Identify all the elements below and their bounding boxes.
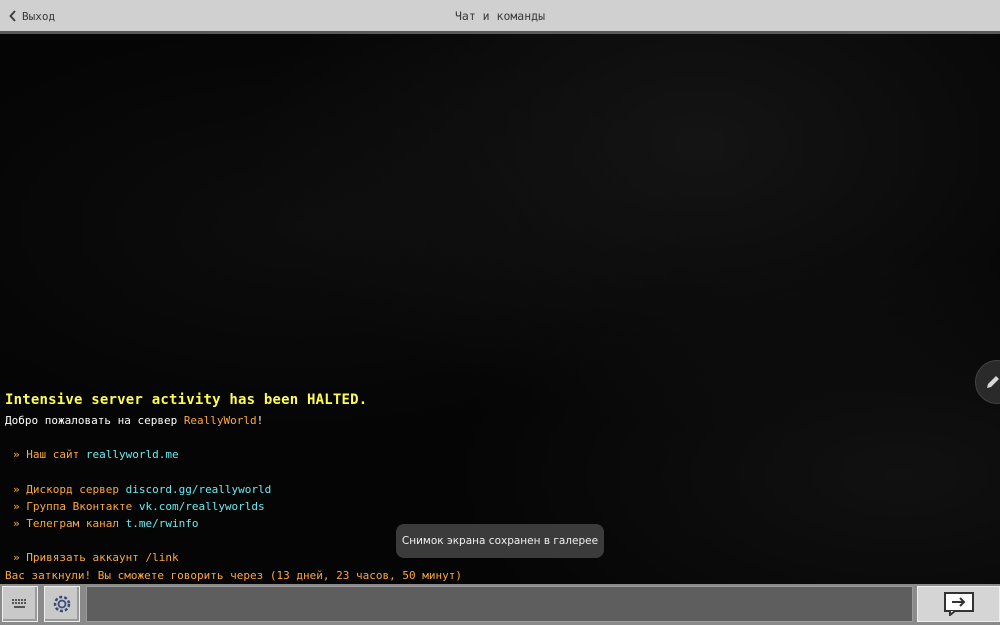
- keyboard-button[interactable]: [2, 586, 38, 622]
- discord-label: Дискорд сервер: [26, 483, 126, 496]
- site-label: Наш сайт: [26, 448, 86, 461]
- chat-site-line: » Наш сайт reallyworld.me: [13, 446, 179, 463]
- vk-link[interactable]: vk.com/reallyworlds: [139, 500, 265, 513]
- chat-input[interactable]: [86, 586, 913, 622]
- chat-welcome-message: Добро пожаловать на сервер ReallyWorld!: [5, 412, 263, 429]
- chat-halted-message: Intensive server activity has been HALTE…: [5, 392, 368, 408]
- bullet: »: [13, 517, 20, 530]
- welcome-suffix: !: [256, 414, 264, 427]
- telegram-label: Телеграм канал: [26, 517, 126, 530]
- vk-label: Группа Вконтакте: [26, 500, 139, 513]
- send-arrow-icon: [943, 592, 974, 616]
- link-command: Привязать аккаунт /link: [26, 551, 179, 564]
- bullet: »: [13, 551, 20, 564]
- send-button[interactable]: [917, 586, 1000, 622]
- pencil-icon: [987, 376, 999, 388]
- welcome-prefix: Добро пожаловать на сервер: [5, 414, 184, 427]
- chat-link-line: » Привязать аккаунт /link: [13, 549, 179, 566]
- welcome-server: ReallyWorld: [183, 414, 257, 427]
- emote-button[interactable]: [44, 586, 80, 622]
- chat-vk-line: » Группа Вконтакте vk.com/reallyworlds: [13, 498, 265, 515]
- discord-link[interactable]: discord.gg/reallyworld: [126, 483, 272, 496]
- telegram-link[interactable]: t.me/rwinfo: [126, 517, 199, 530]
- bullet: »: [13, 500, 20, 513]
- screenshot-toast: Снимок экрана сохранен в галерее: [396, 524, 604, 558]
- bullet: »: [13, 448, 20, 461]
- chat-telegram-line: » Телеграм канал t.me/rwinfo: [13, 515, 198, 532]
- keyboard-icon: [12, 599, 26, 608]
- chat-discord-line: » Дискорд сервер discord.gg/reallyworld: [13, 481, 271, 498]
- page-title: Чат и команды: [454, 9, 545, 23]
- bullet: »: [13, 483, 20, 496]
- site-link[interactable]: reallyworld.me: [86, 448, 179, 461]
- chat-muted-message: Вас заткнули! Вы сможете говорить через …: [5, 569, 462, 582]
- top-bar: Выход Чат и команды: [0, 0, 1000, 34]
- gear-icon: [53, 595, 71, 613]
